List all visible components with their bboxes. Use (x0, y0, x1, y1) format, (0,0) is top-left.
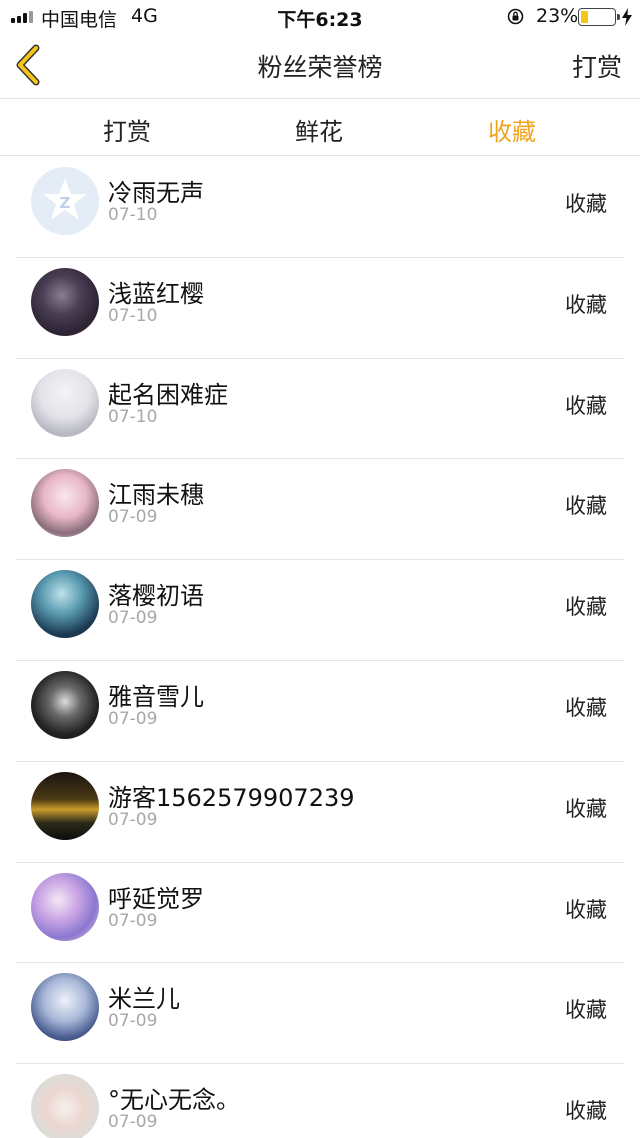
avatar (31, 469, 99, 538)
fan-name: 游客1562579907239 (108, 783, 355, 812)
avatar (31, 670, 99, 739)
avatar (31, 570, 99, 639)
fan-action: 收藏 (565, 1099, 607, 1124)
list-item[interactable]: 雅音雪儿 07-09 收藏 (0, 661, 640, 762)
tab-bar: 打赏 鲜花 收藏 (0, 100, 640, 156)
avatar (31, 267, 99, 336)
tab-reward[interactable]: 打赏 (67, 112, 187, 147)
list-item[interactable]: 呼延觉罗 07-09 收藏 (0, 863, 640, 964)
avatar (31, 1074, 99, 1138)
list-item[interactable]: 米兰儿 07-09 收藏 (0, 963, 640, 1064)
battery-percentage: 23% (536, 5, 579, 27)
fan-action: 收藏 (565, 796, 607, 821)
list-item[interactable]: °无心无念。 07-09 收藏 (0, 1064, 640, 1138)
fan-date: 07-09 (108, 507, 158, 528)
battery-icon (578, 8, 620, 26)
list-item[interactable]: 浅蓝红樱 07-10 收藏 (0, 258, 640, 359)
fan-name: 浅蓝红樱 (108, 279, 204, 308)
fan-date: 07-10 (108, 406, 158, 427)
default-avatar-icon: Z (43, 179, 87, 220)
fan-action: 收藏 (565, 192, 607, 216)
list-item[interactable]: 起名困难症 07-10 收藏 (0, 359, 640, 460)
fan-name: 起名困难症 (108, 380, 228, 409)
avatar (31, 872, 99, 941)
navigation-bar: 粉丝荣誉榜 打赏 (0, 34, 640, 99)
fan-name: 落樱初语 (108, 582, 204, 611)
avatar (31, 771, 99, 840)
fan-name: 江雨未穗 (108, 481, 204, 510)
fan-date: 07-09 (108, 809, 158, 830)
fan-date: 07-09 (108, 1112, 158, 1133)
list-item[interactable]: 江雨未穗 07-09 收藏 (0, 459, 640, 560)
charging-icon (622, 8, 632, 26)
fan-date: 07-09 (108, 608, 158, 629)
tab-flowers[interactable]: 鲜花 (259, 112, 379, 147)
list-item[interactable]: 落樱初语 07-09 收藏 (0, 560, 640, 661)
fan-name: 呼延觉罗 (108, 884, 204, 913)
orientation-lock-icon (507, 8, 524, 25)
fan-name: 米兰儿 (108, 985, 180, 1014)
fan-action: 收藏 (565, 695, 607, 720)
fan-date: 07-09 (108, 708, 158, 729)
avatar (31, 368, 99, 437)
fan-action: 收藏 (565, 595, 607, 620)
fan-name: °无心无念。 (108, 1086, 240, 1115)
fan-list: Z 冷雨无声 07-10 收藏 浅蓝红樱 07-10 收藏 起名困难症 07-1… (0, 157, 640, 1138)
reward-button[interactable]: 打赏 (572, 48, 622, 84)
status-bar: 中国电信 4G 下午6:23 23% (0, 0, 640, 34)
fan-date: 07-10 (108, 305, 158, 326)
fan-action: 收藏 (565, 292, 607, 317)
fan-action: 收藏 (565, 897, 607, 922)
avatar (31, 973, 99, 1042)
fan-date: 07-10 (108, 205, 158, 225)
list-item[interactable]: 游客1562579907239 07-09 收藏 (0, 762, 640, 863)
fan-action: 收藏 (565, 998, 607, 1023)
fan-action: 收藏 (565, 494, 607, 519)
fan-date: 07-09 (108, 1011, 158, 1032)
avatar: Z (31, 167, 99, 235)
fan-name: 冷雨无声 (108, 179, 204, 207)
tab-favorites[interactable]: 收藏 (452, 112, 572, 147)
page-title: 粉丝荣誉榜 (257, 53, 383, 82)
fan-name: 雅音雪儿 (108, 682, 204, 711)
svg-text:Z: Z (60, 194, 71, 212)
list-item[interactable]: Z 冷雨无声 07-10 收藏 (0, 157, 640, 258)
fan-action: 收藏 (565, 393, 607, 418)
fan-date: 07-09 (108, 910, 158, 931)
